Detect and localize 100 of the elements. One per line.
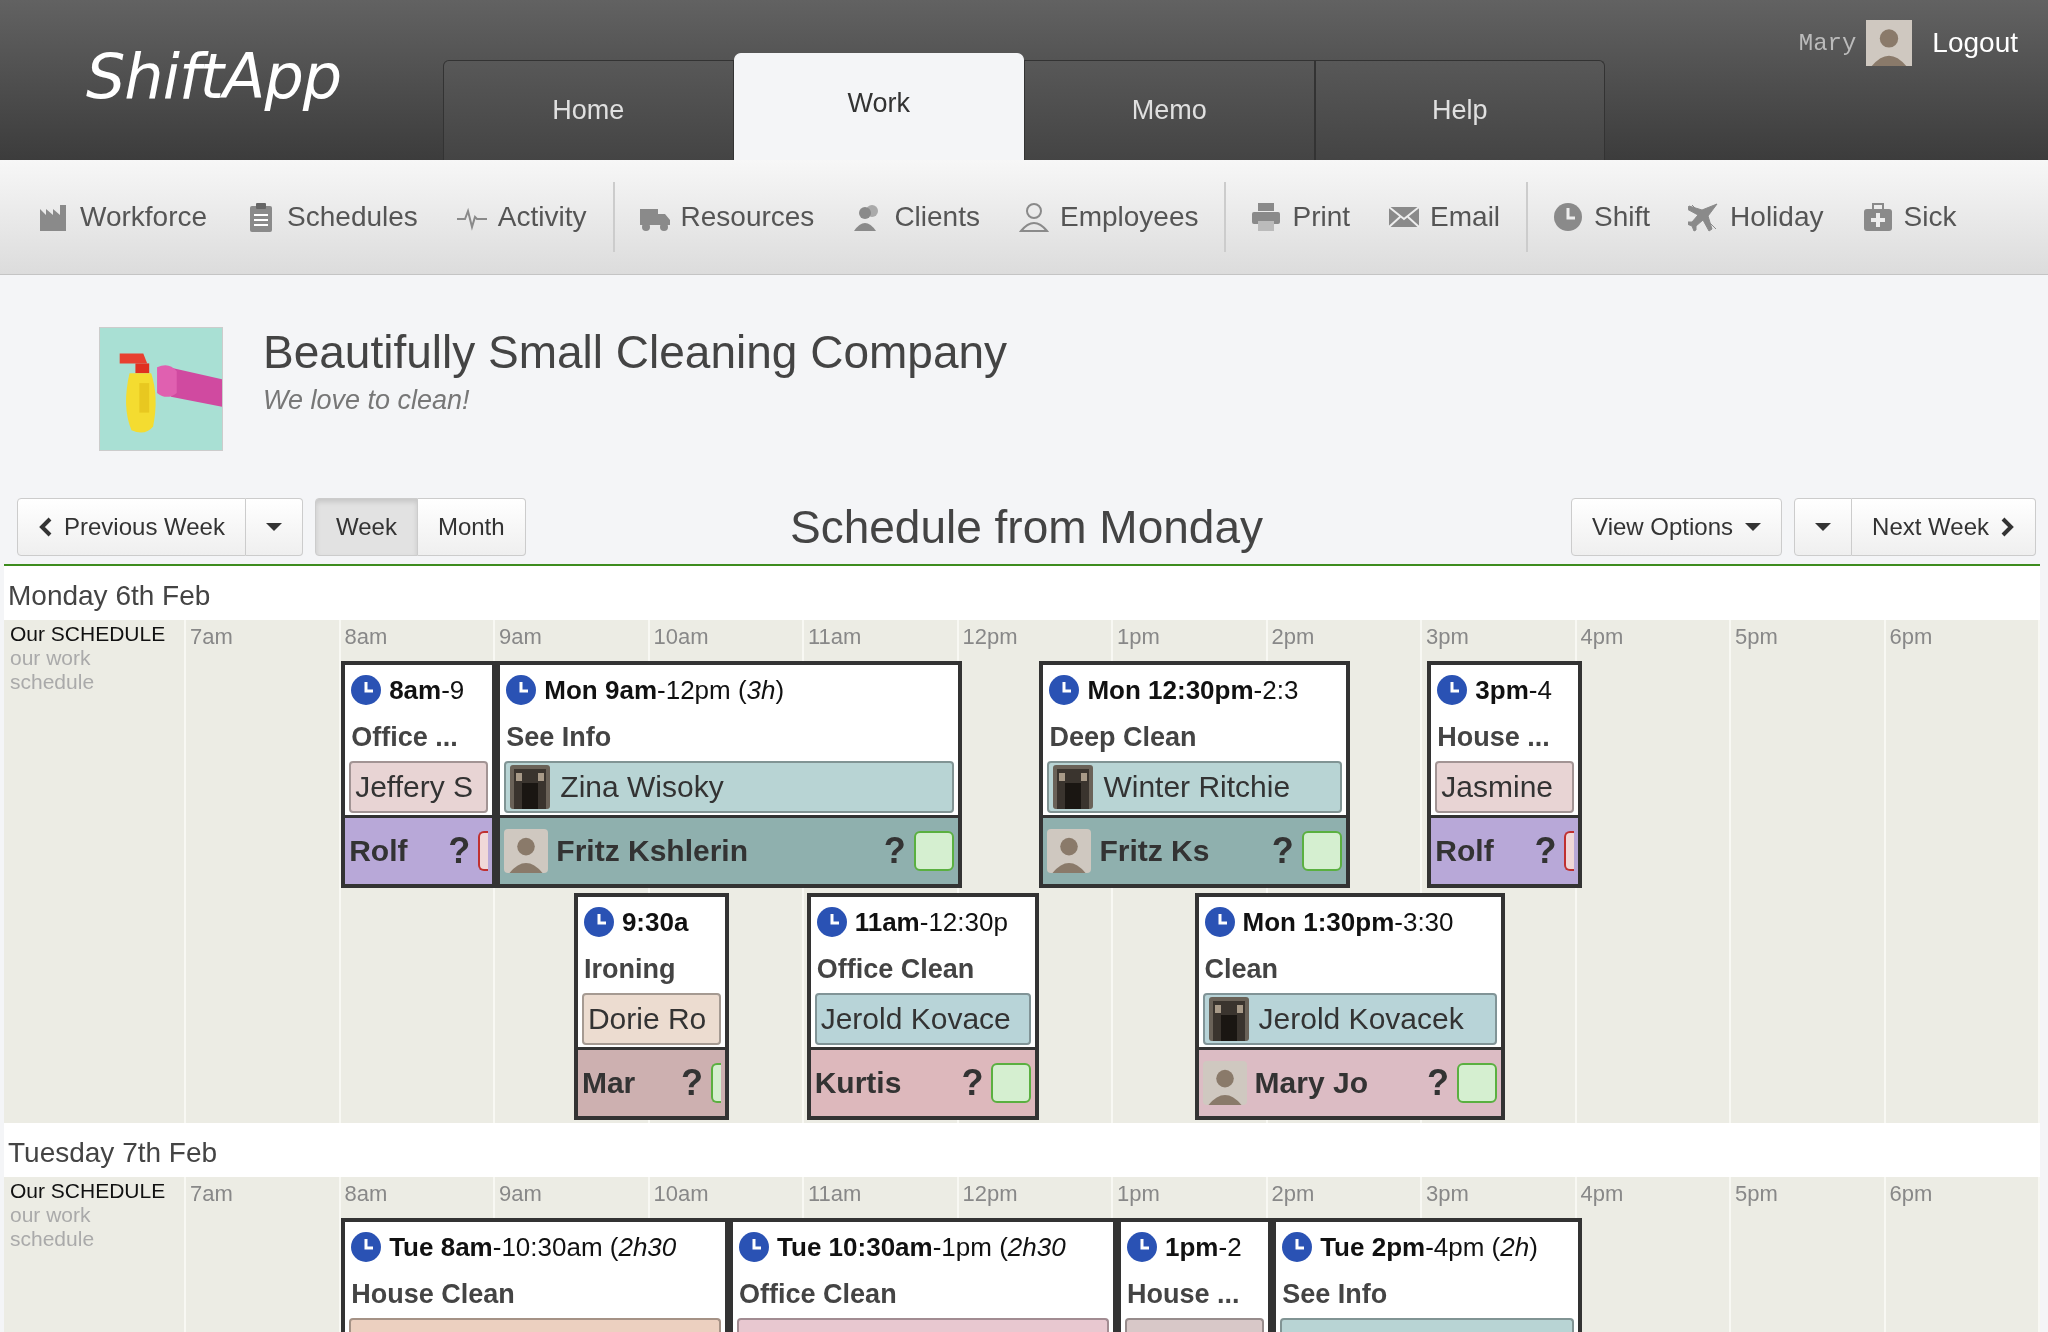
chevron-left-icon (38, 517, 52, 537)
view-toggle[interactable]: Week (314, 498, 418, 556)
schedule-name: Our SCHEDULE (10, 1179, 167, 1203)
confirm-checkbox[interactable] (991, 1063, 1032, 1103)
staff-chip[interactable] (349, 1318, 722, 1332)
confirm-checkbox[interactable] (1456, 1063, 1497, 1103)
hour-label: 6pm (1885, 620, 2040, 1123)
clock-icon (506, 675, 537, 705)
shift-title: House Clean (351, 1278, 515, 1310)
shift-title: Office ... (351, 721, 458, 753)
toolbar-item[interactable]: Activity (455, 201, 587, 233)
clock-icon (1127, 1232, 1157, 1262)
shift-card[interactable]: Mon 9am-12pm (3h) See Info Zina Wisoky Fritz Kshlerin ? (496, 661, 962, 888)
avatar-icon (504, 829, 549, 873)
query-mark: ? (448, 830, 471, 872)
toolbar-item[interactable]: Email (1388, 201, 1501, 233)
nav-tab[interactable]: Memo (1024, 60, 1315, 160)
shift-title: See Info (506, 721, 612, 753)
nav-tab[interactable]: Work (733, 53, 1024, 160)
user-icon (1017, 201, 1050, 233)
day-heading: Tuesday 7th Feb (7, 1136, 219, 1170)
clock-icon (351, 1232, 382, 1262)
avatar-icon (1047, 829, 1092, 873)
dropdown-button[interactable] (1794, 498, 1853, 556)
query-mark: ? (883, 830, 906, 872)
shift-card[interactable]: 9:30a Ironing Dorie Ro Mar ? (573, 893, 730, 1120)
clock-icon (1437, 675, 1468, 705)
company-tagline: We love to clean! (263, 385, 471, 416)
day-heading: Monday 6th Feb (7, 579, 212, 613)
confirm-checkbox[interactable] (1564, 831, 1575, 871)
user-name: Mary (1798, 29, 1857, 57)
shift-time: 8am-9 (389, 674, 465, 706)
caret-icon (1815, 522, 1832, 532)
toolbar-item[interactable]: Resources (638, 201, 815, 233)
query-mark: ? (961, 1062, 984, 1104)
shift-title: See Info (1282, 1278, 1388, 1310)
toolbar-item[interactable]: Workforce (38, 201, 208, 233)
clock-icon (1049, 675, 1080, 705)
query-mark: ? (1426, 1062, 1449, 1104)
staff-chip[interactable]: Jerold Kovacek (1202, 993, 1497, 1045)
confirm-checkbox[interactable] (711, 1063, 722, 1103)
shift-title: Office Clean (739, 1278, 897, 1310)
schedule-title: Schedule from Monday (790, 500, 1263, 554)
nav-tab[interactable]: Help (1314, 60, 1605, 160)
staff-chip[interactable]: Jeffery S (349, 761, 489, 813)
toolbar-item[interactable]: Schedules (245, 201, 418, 233)
previous-week-button[interactable]: Previous Week (17, 498, 246, 556)
shift-time: Tue 2pm-4pm (2h) (1320, 1231, 1538, 1263)
shift-card[interactable]: Tue 10:30am-1pm (2h30 Office Clean (729, 1218, 1117, 1332)
next-week-button[interactable]: Next Week (1852, 498, 2036, 556)
shift-time: 1pm-2 (1165, 1231, 1242, 1263)
schedule-name: Our SCHEDULE (10, 622, 167, 646)
shift-card[interactable]: 11am-12:30p Office Clean Jerold Kovace Kurtis ? (806, 893, 1040, 1120)
app-logo: ShiftApp (86, 39, 342, 113)
caret-icon (265, 522, 282, 532)
view-options-button[interactable]: View Options (1571, 498, 1783, 556)
shift-card[interactable]: 3pm-4 House ... Jasmine Rolf ? (1427, 661, 1583, 888)
staff-chip[interactable]: Dorie Ro (581, 993, 722, 1045)
clock-icon (1282, 1232, 1313, 1262)
nav-tab[interactable]: Home (443, 60, 734, 160)
clock-icon (1204, 907, 1235, 937)
query-mark: ? (1271, 830, 1294, 872)
schedule-description: our work schedule (10, 1203, 96, 1251)
staff-chip[interactable]: Zina Wisoky (504, 761, 954, 813)
query-mark: ? (681, 1062, 704, 1104)
logout-link[interactable]: Logout (1932, 27, 2018, 59)
clock-icon (739, 1232, 770, 1262)
toolbar-item[interactable]: Sick (1861, 201, 1957, 233)
shift-card[interactable]: 1pm-2 House ... (1117, 1218, 1273, 1332)
user-avatar (1866, 20, 1913, 66)
staff-chip[interactable]: Winter Ritchie (1047, 761, 1342, 813)
toolbar-item[interactable]: Employees (1017, 201, 1199, 233)
staff-chip[interactable]: Jasmine (1435, 761, 1575, 813)
hour-label: 6pm (1885, 1177, 2040, 1332)
hour-label: 5pm (1731, 1177, 1886, 1332)
staff-chip[interactable] (1125, 1318, 1265, 1332)
confirm-checkbox[interactable] (913, 831, 954, 871)
shift-title: House ... (1127, 1278, 1240, 1310)
confirm-checkbox[interactable] (1301, 831, 1342, 871)
toolbar-item[interactable]: Clients (852, 201, 980, 233)
staff-chip[interactable] (737, 1318, 1109, 1332)
company-name: Beautifully Small Cleaning Company (263, 325, 1008, 379)
avatar-icon (1202, 1061, 1247, 1105)
staff-chip[interactable]: Jerold Kovace (814, 993, 1032, 1045)
toolbar-item[interactable]: Print (1250, 201, 1351, 233)
shift-card[interactable]: Tue 8am-10:30am (2h30 House Clean (341, 1218, 730, 1332)
toolbar-item[interactable]: Holiday (1688, 201, 1824, 233)
shift-card[interactable]: 8am-9 Office ... Jeffery S Rolf ? (341, 661, 497, 888)
staff-chip[interactable] (1280, 1318, 1575, 1332)
printer-icon (1250, 201, 1283, 233)
shift-card[interactable]: Tue 2pm-4pm (2h) See Info (1272, 1218, 1583, 1332)
toolbar-item[interactable]: Shift (1552, 201, 1651, 233)
shift-card[interactable]: Mon 12:30pm-2:3 Deep Clean Winter Ritchie Fritz Ks ? (1039, 661, 1350, 888)
dropdown-button[interactable] (245, 498, 303, 556)
view-toggle[interactable]: Month (417, 498, 526, 556)
chevron-right-icon (2001, 517, 2015, 537)
shift-card[interactable]: Mon 1:30pm-3:30 Clean Jerold Kovacek Mary Jo ? (1194, 893, 1505, 1120)
clock-icon (351, 675, 382, 705)
confirm-checkbox[interactable] (478, 831, 489, 871)
shift-time: Tue 10:30am-1pm (2h30 (777, 1231, 1066, 1263)
